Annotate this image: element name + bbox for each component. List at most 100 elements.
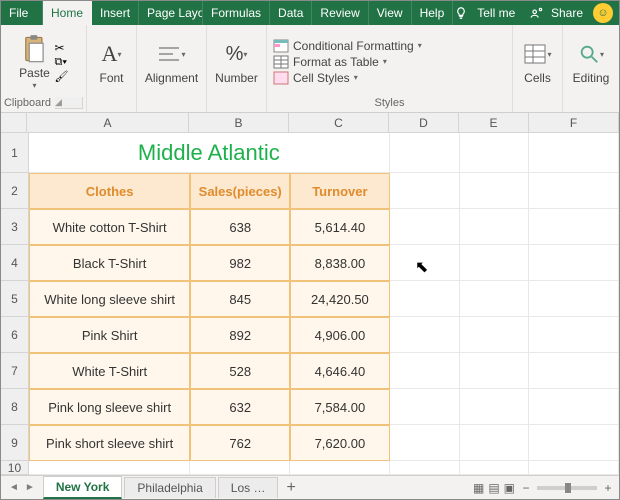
cell[interactable] (390, 353, 460, 389)
cut-icon[interactable]: ✂ (55, 41, 69, 55)
cell[interactable] (460, 281, 530, 317)
cell[interactable] (460, 245, 530, 281)
cell[interactable]: 24,420.50 (290, 281, 390, 317)
cell[interactable] (460, 461, 530, 475)
cell[interactable] (390, 133, 460, 173)
share-button[interactable]: Share (551, 6, 583, 20)
view-normal-icon[interactable]: ▦ (473, 481, 484, 495)
cell[interactable]: White long sleeve shirt (29, 281, 190, 317)
cell[interactable] (460, 209, 530, 245)
cell[interactable] (390, 389, 460, 425)
cell[interactable]: 892 (190, 317, 290, 353)
cell[interactable] (529, 209, 619, 245)
cell[interactable]: Clothes (29, 173, 190, 209)
sheet-tab[interactable]: Los … (218, 477, 279, 498)
sheet-tab[interactable]: Philadelphia (124, 477, 215, 498)
cell[interactable] (460, 353, 530, 389)
tab-home[interactable]: Home (43, 1, 92, 25)
cell[interactable] (460, 389, 530, 425)
cell[interactable] (529, 281, 619, 317)
cell[interactable] (390, 425, 460, 461)
cell[interactable] (390, 281, 460, 317)
tab-nav-first-icon[interactable]: ◄ (9, 482, 19, 493)
spreadsheet-grid[interactable]: ABCDEF 1Middle Atlantic2ClothesSales(pie… (1, 113, 619, 475)
row-header[interactable]: 4 (1, 245, 29, 281)
font-button[interactable]: A▾Font (96, 38, 128, 85)
cell[interactable]: 5,614.40 (290, 209, 390, 245)
add-sheet-button[interactable]: + (280, 479, 301, 497)
cell-styles-button[interactable]: Cell Styles▾ (273, 71, 422, 85)
column-header[interactable]: E (459, 113, 529, 133)
cell[interactable] (460, 425, 530, 461)
cell[interactable] (460, 317, 530, 353)
cell[interactable]: 4,646.40 (290, 353, 390, 389)
cell[interactable]: Turnover (290, 173, 390, 209)
format-as-table-button[interactable]: Format as Table▾ (273, 55, 422, 69)
row-header[interactable]: 7 (1, 353, 29, 389)
tab-nav-next-icon[interactable]: ► (25, 482, 35, 493)
cell[interactable] (529, 353, 619, 389)
cell[interactable]: Sales(pieces) (190, 173, 290, 209)
sheet-tab-active[interactable]: New York (43, 476, 123, 499)
cell[interactable] (390, 461, 460, 475)
cell[interactable] (390, 245, 460, 281)
cell[interactable] (529, 317, 619, 353)
view-break-icon[interactable]: ▣ (504, 481, 515, 495)
cell[interactable]: Pink long sleeve shirt (29, 389, 190, 425)
tab-help[interactable]: Help (412, 1, 454, 25)
cell[interactable] (529, 425, 619, 461)
editing-button[interactable]: ▾Editing (573, 38, 610, 85)
tab-file[interactable]: File (1, 1, 43, 25)
zoom-out-button[interactable]: − (519, 481, 533, 495)
cell[interactable] (460, 173, 530, 209)
tab-data[interactable]: Data (270, 1, 312, 25)
dialog-launcher-icon[interactable]: ◢ (55, 97, 83, 109)
cell[interactable] (390, 173, 460, 209)
cell[interactable]: 4,906.00 (290, 317, 390, 353)
row-header[interactable]: 6 (1, 317, 29, 353)
cell[interactable] (390, 209, 460, 245)
copy-icon[interactable]: ⧉▾ (55, 56, 69, 69)
cell[interactable]: Middle Atlantic (29, 133, 390, 173)
cell[interactable]: 762 (190, 425, 290, 461)
number-button[interactable]: %▾Number (215, 38, 258, 85)
cell[interactable]: 845 (190, 281, 290, 317)
row-header[interactable]: 9 (1, 425, 29, 461)
tab-view[interactable]: View (369, 1, 412, 25)
row-header[interactable]: 5 (1, 281, 29, 317)
cell[interactable]: White cotton T-Shirt (29, 209, 190, 245)
row-header[interactable]: 2 (1, 173, 29, 209)
cell[interactable]: Black T-Shirt (29, 245, 190, 281)
cell[interactable] (529, 389, 619, 425)
cell[interactable] (390, 317, 460, 353)
tab-review[interactable]: Review (312, 1, 368, 25)
cell[interactable]: 8,838.00 (290, 245, 390, 281)
cell[interactable]: Pink short sleeve shirt (29, 425, 190, 461)
zoom-in-button[interactable]: + (601, 481, 615, 495)
cell[interactable] (190, 461, 290, 475)
select-all-corner[interactable] (1, 113, 27, 133)
row-header[interactable]: 3 (1, 209, 29, 245)
paste-button[interactable]: Paste ▾ (19, 33, 51, 90)
row-header[interactable]: 1 (1, 133, 29, 173)
cell[interactable]: 7,620.00 (290, 425, 390, 461)
cell[interactable]: 638 (190, 209, 290, 245)
cell[interactable] (529, 133, 619, 173)
cell[interactable] (29, 461, 190, 475)
column-header[interactable]: D (389, 113, 459, 133)
cells-button[interactable]: ▾Cells (522, 38, 554, 85)
account-badge[interactable]: ☺ (593, 3, 613, 23)
cell[interactable] (529, 173, 619, 209)
tab-page-layout[interactable]: Page Layo (139, 1, 203, 25)
column-header[interactable]: B (189, 113, 289, 133)
conditional-formatting-button[interactable]: Conditional Formatting▾ (273, 39, 422, 53)
cell[interactable]: 7,584.00 (290, 389, 390, 425)
cell[interactable]: 632 (190, 389, 290, 425)
tell-me[interactable]: Tell me (469, 1, 523, 25)
view-page-icon[interactable]: ▤ (488, 481, 499, 495)
column-header[interactable]: A (27, 113, 189, 133)
cell[interactable]: 528 (190, 353, 290, 389)
cell[interactable] (460, 133, 530, 173)
tab-insert[interactable]: Insert (92, 1, 139, 25)
cell[interactable] (529, 461, 619, 475)
